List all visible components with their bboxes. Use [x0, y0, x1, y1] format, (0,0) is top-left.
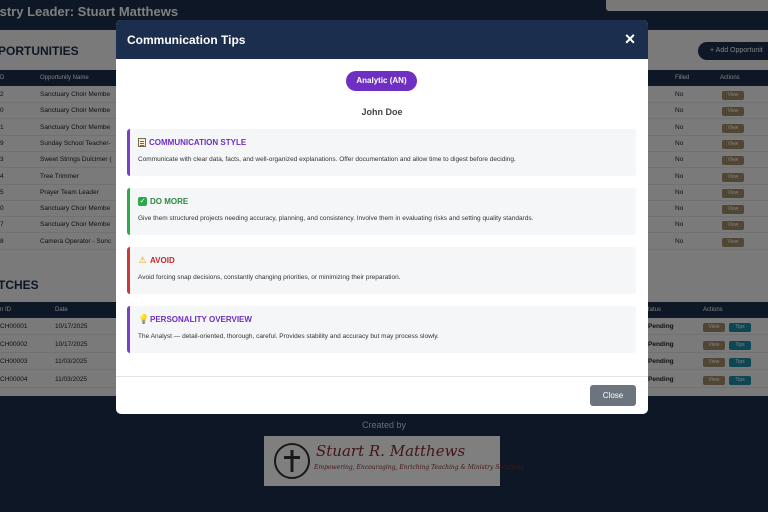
do-more-card: ✓ DO MORE Give them structured projects … [127, 188, 636, 235]
check-icon: ✓ [138, 197, 147, 206]
card-heading: DO MORE [150, 197, 189, 206]
card-heading: PERSONALITY OVERVIEW [150, 315, 252, 324]
person-name: John Doe [361, 107, 403, 117]
card-body: Communicate with clear data, facts, and … [138, 156, 516, 163]
warning-icon: ⚠ [138, 255, 147, 265]
modal-footer-divider [116, 376, 648, 377]
card-body: The Analyst — detail-oriented, thorough,… [138, 333, 439, 340]
modal-title: Communication Tips [127, 33, 246, 47]
personality-overview-card: 💡 PERSONALITY OVERVIEW The Analyst — det… [127, 306, 636, 353]
card-body: Give them structured projects needing ac… [138, 215, 534, 222]
modal-header: Communication Tips × [116, 20, 648, 59]
card-body: Avoid forcing snap decisions, constantly… [138, 274, 401, 281]
document-icon [138, 138, 146, 147]
close-icon[interactable]: × [620, 29, 640, 49]
card-heading: AVOID [150, 256, 175, 265]
lightbulb-icon: 💡 [138, 314, 150, 324]
personality-badge: Analytic (AN) [346, 71, 417, 91]
communication-style-card: COMMUNICATION STYLE Communicate with cle… [127, 129, 636, 176]
avoid-card: ⚠ AVOID Avoid forcing snap decisions, co… [127, 247, 636, 294]
communication-tips-modal: Communication Tips × Analytic (AN) John … [116, 20, 648, 414]
card-heading: COMMUNICATION STYLE [149, 138, 247, 147]
close-button[interactable]: Close [590, 385, 636, 406]
